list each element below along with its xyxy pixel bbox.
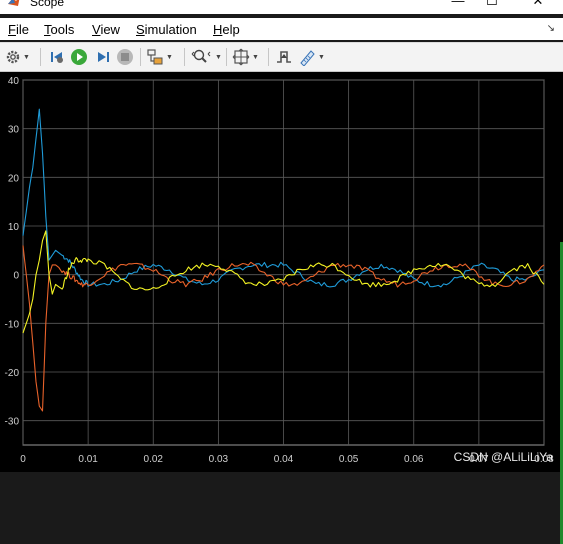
measurements-button[interactable]: ▼ xyxy=(298,47,325,67)
toolbar-divider xyxy=(226,48,227,66)
step-forward-icon xyxy=(98,52,109,62)
zoom-icon xyxy=(191,49,211,63)
step-forward-button[interactable] xyxy=(94,47,112,67)
measurements-icon xyxy=(300,50,315,66)
step-back-icon xyxy=(51,52,63,63)
y-tick-label: 0 xyxy=(13,271,19,282)
toolbar-divider xyxy=(184,48,185,66)
chevron-down-icon: ▼ xyxy=(23,53,30,61)
chevron-down-icon: ▼ xyxy=(318,53,325,61)
y-tick-label: 10 xyxy=(8,222,20,233)
menu-view[interactable]: View xyxy=(92,22,120,37)
x-tick-label: 0 xyxy=(20,454,26,465)
play-icon xyxy=(71,49,87,65)
menu-tools[interactable]: Tools xyxy=(44,22,74,37)
chevron-down-icon: ▼ xyxy=(166,53,173,61)
toolbar-divider xyxy=(40,48,41,66)
menu-simulation[interactable]: Simulation xyxy=(136,22,197,37)
maximize-button[interactable]: ☐ xyxy=(482,0,502,8)
y-tick-label: 20 xyxy=(8,173,20,184)
zoom-button[interactable]: ▼ xyxy=(191,47,222,67)
pin-icon[interactable]: ↘ xyxy=(547,23,555,34)
chevron-down-icon: ▼ xyxy=(252,53,259,61)
chevron-down-icon: ▼ xyxy=(215,53,222,61)
scope-display[interactable]: 0 0.01 0.02 0.03 0.04 0.05 0.06 0.07 0.08 40 30 20 1… xyxy=(0,72,563,544)
toolbar-divider xyxy=(140,48,141,66)
triggers-button[interactable] xyxy=(275,47,293,67)
trigger-icon xyxy=(277,51,291,63)
matlab-icon xyxy=(8,0,20,6)
y-tick-label: -10 xyxy=(5,319,20,330)
settings-button[interactable]: ▼ xyxy=(5,47,30,67)
run-button[interactable] xyxy=(70,47,88,67)
toolbar-divider xyxy=(268,48,269,66)
toolbar: ▼ ▼ ▼ ▼ ▼ xyxy=(0,42,563,72)
title-bar: Scope — ☐ ✕ xyxy=(0,0,563,14)
scope-plot[interactable]: 0 0.01 0.02 0.03 0.04 0.05 0.06 0.07 0.084030201… xyxy=(0,72,563,472)
fit-to-view-icon xyxy=(232,48,250,66)
x-tick-label: 0.02 xyxy=(144,454,164,465)
y-tick-label: 40 xyxy=(8,76,20,87)
fit-to-view-button[interactable]: ▼ xyxy=(232,47,259,67)
stop-icon xyxy=(117,49,133,65)
minimize-button[interactable]: — xyxy=(448,0,468,8)
y-tick-label: 30 xyxy=(8,125,20,136)
y-tick-label: -20 xyxy=(5,368,20,379)
highlight-block-button[interactable]: ▼ xyxy=(146,47,173,67)
x-tick-label: 0.03 xyxy=(209,454,229,465)
close-button[interactable]: ✕ xyxy=(528,0,548,8)
y-tick-label: -30 xyxy=(5,417,20,428)
watermark: CSDN @ALiLiLiYa xyxy=(453,450,553,464)
menu-file[interactable]: File xyxy=(8,22,29,37)
step-back-button[interactable] xyxy=(48,47,66,67)
gear-icon xyxy=(6,50,20,64)
x-tick-label: 0.04 xyxy=(274,454,294,465)
stop-button[interactable] xyxy=(116,47,134,67)
menu-help[interactable]: Help xyxy=(213,22,240,37)
window-title: Scope xyxy=(30,0,65,9)
highlight-block-icon xyxy=(147,49,163,65)
menu-bar: File Tools View Simulation Help ↘ xyxy=(0,18,563,40)
x-tick-label: 0.01 xyxy=(78,454,98,465)
x-tick-label: 0.06 xyxy=(404,454,424,465)
x-tick-label: 0.05 xyxy=(339,454,359,465)
